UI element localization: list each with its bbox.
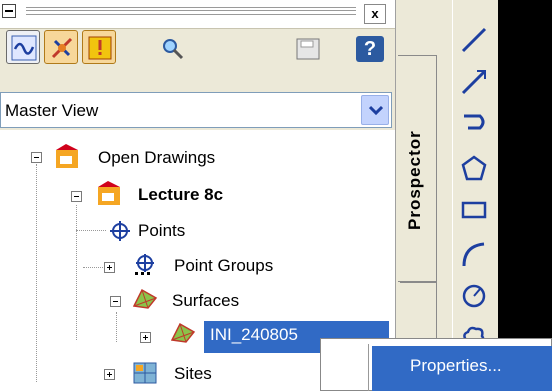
surfaces-icon bbox=[132, 286, 158, 310]
drawing-canvas[interactable] bbox=[498, 0, 552, 391]
polygon-icon bbox=[461, 155, 487, 181]
arc-icon bbox=[462, 242, 485, 267]
menu-item-label: Properties... bbox=[410, 356, 502, 375]
expander-lecture[interactable] bbox=[71, 191, 82, 202]
tree-item-label[interactable]: Sites bbox=[174, 364, 212, 384]
circle-icon bbox=[462, 284, 486, 308]
rectangle-icon bbox=[461, 201, 487, 219]
expander-surfaces[interactable] bbox=[110, 296, 121, 307]
tree-item-label[interactable]: Points bbox=[138, 221, 185, 241]
tree-item-label[interactable]: Open Drawings bbox=[98, 148, 215, 168]
tree-line bbox=[76, 230, 106, 231]
tree-item-label[interactable]: Point Groups bbox=[174, 256, 273, 276]
tree-line bbox=[36, 164, 37, 382]
polyline-tool[interactable] bbox=[456, 104, 492, 140]
dropdown-button[interactable] bbox=[361, 95, 389, 125]
context-menu-separator bbox=[368, 344, 369, 391]
open-drawings-icon bbox=[54, 144, 80, 170]
rectangle-tool[interactable] bbox=[456, 192, 492, 228]
chevron-down-icon bbox=[369, 105, 383, 116]
settings-button[interactable] bbox=[6, 30, 40, 64]
construction-line-icon bbox=[461, 69, 487, 95]
expander-sites[interactable] bbox=[104, 369, 115, 380]
drawing-icon bbox=[96, 181, 122, 207]
tree-line bbox=[76, 205, 77, 340]
pick-tool-button[interactable] bbox=[44, 30, 78, 64]
help-button[interactable]: ? bbox=[356, 36, 384, 62]
tree-item-label[interactable]: Lecture 8c bbox=[138, 185, 223, 205]
warning-button[interactable] bbox=[82, 30, 116, 64]
help-icon: ? bbox=[363, 38, 377, 60]
circle-tool[interactable] bbox=[456, 278, 492, 314]
tab-other[interactable] bbox=[400, 282, 437, 344]
save-button[interactable] bbox=[296, 38, 320, 60]
line-tool[interactable] bbox=[456, 22, 492, 58]
pick-tool-icon bbox=[51, 37, 73, 59]
close-button[interactable]: x bbox=[364, 4, 386, 24]
sites-icon bbox=[132, 359, 158, 385]
expander-point-groups[interactable] bbox=[104, 262, 115, 273]
search-button[interactable] bbox=[160, 36, 186, 62]
collapse-button[interactable] bbox=[2, 4, 16, 18]
arc-tool[interactable] bbox=[456, 236, 492, 272]
search-icon bbox=[163, 39, 184, 60]
construction-line-tool[interactable] bbox=[456, 64, 492, 100]
tab-prospector-label[interactable]: Prospector bbox=[405, 70, 429, 290]
point-groups-icon bbox=[132, 252, 158, 278]
line-icon bbox=[461, 27, 487, 53]
warning-icon bbox=[88, 36, 112, 60]
settings-wave-icon bbox=[11, 35, 37, 61]
panel-grip[interactable] bbox=[26, 7, 356, 15]
expander-open-drawings[interactable] bbox=[31, 152, 42, 163]
expander-surface-item[interactable] bbox=[140, 332, 151, 343]
view-select-value: Master View bbox=[5, 101, 99, 120]
save-icon bbox=[296, 38, 320, 60]
points-icon bbox=[108, 219, 132, 243]
tree-line bbox=[116, 312, 117, 342]
surface-icon bbox=[170, 320, 196, 344]
tree-item-label[interactable]: Surfaces bbox=[172, 291, 239, 311]
polyline-icon bbox=[464, 114, 485, 130]
tree-item-label: INI_240805 bbox=[210, 325, 298, 344]
view-select[interactable]: Master View bbox=[0, 92, 392, 128]
polygon-tool[interactable] bbox=[456, 150, 492, 186]
